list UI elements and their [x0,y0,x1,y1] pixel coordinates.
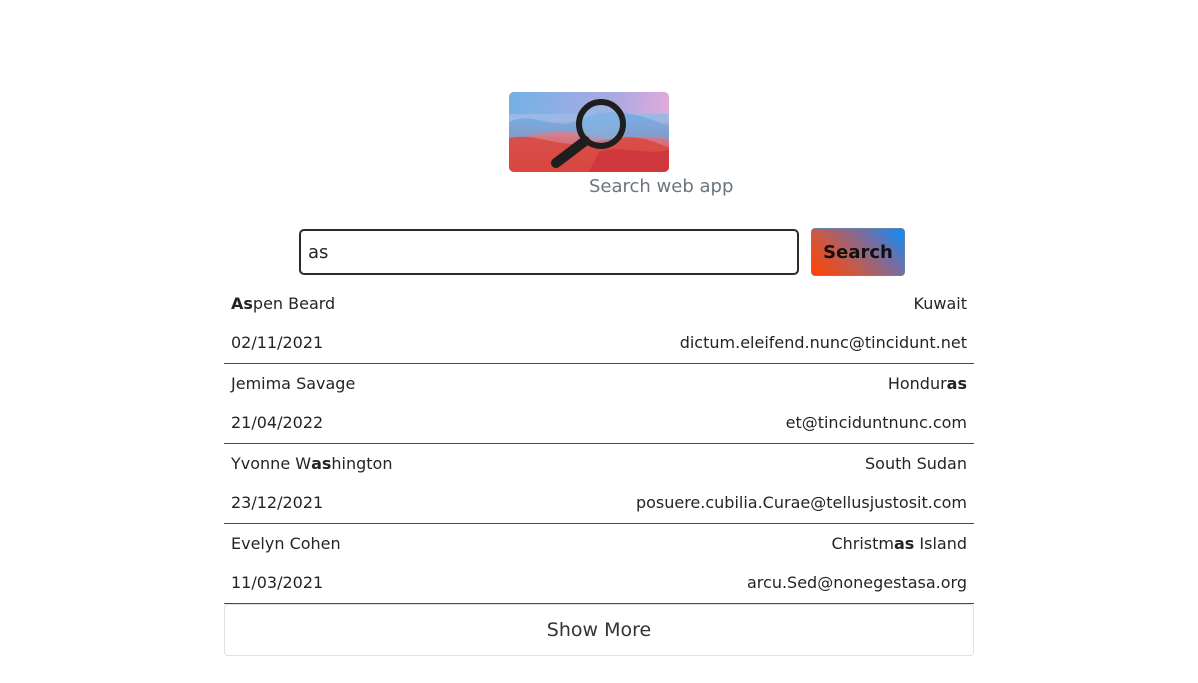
result-country: Kuwait [913,294,967,313]
result-country: South Sudan [865,454,967,473]
result-date: 23/12/2021 [231,493,324,512]
result-email: et@tinciduntnunc.com [785,413,967,432]
app-subtitle: Search web app [589,176,734,197]
match-highlight: as [311,454,332,473]
result-date: 21/04/2022 [231,413,324,432]
result-email: dictum.eleifend.nunc@tincidunt.net [679,333,967,352]
result-name: Yvonne Washington [231,454,393,473]
app-logo [509,92,669,172]
results-list: Aspen Beard Kuwait 02/11/2021 dictum.ele… [224,284,974,604]
search-input[interactable] [299,229,799,275]
list-item[interactable]: Evelyn Cohen Christmas Island 11/03/2021… [224,524,974,604]
search-page: Search web app Search Aspen Beard Kuwait… [0,0,1198,683]
list-item[interactable]: Jemima Savage Honduras 21/04/2022 et@tin… [224,364,974,444]
result-country: Christmas Island [831,534,967,553]
search-button[interactable]: Search [811,228,905,276]
result-email: posuere.cubilia.Curae@tellusjustosit.com [635,493,967,512]
result-email: arcu.Sed@nonegestasa.org [746,573,967,592]
result-country: Honduras [887,374,967,393]
match-highlight: As [231,294,253,313]
list-item[interactable]: Aspen Beard Kuwait 02/11/2021 dictum.ele… [224,284,974,364]
show-more-button[interactable]: Show More [224,604,974,656]
result-name: Evelyn Cohen [231,534,341,553]
list-item[interactable]: Yvonne Washington South Sudan 23/12/2021… [224,444,974,524]
magnifying-glass-icon [509,92,669,172]
match-highlight: as [946,374,967,393]
result-date: 11/03/2021 [231,573,324,592]
match-highlight: as [893,534,915,553]
result-name: Aspen Beard [231,294,336,313]
result-date: 02/11/2021 [231,333,324,352]
result-name: Jemima Savage [231,374,356,393]
